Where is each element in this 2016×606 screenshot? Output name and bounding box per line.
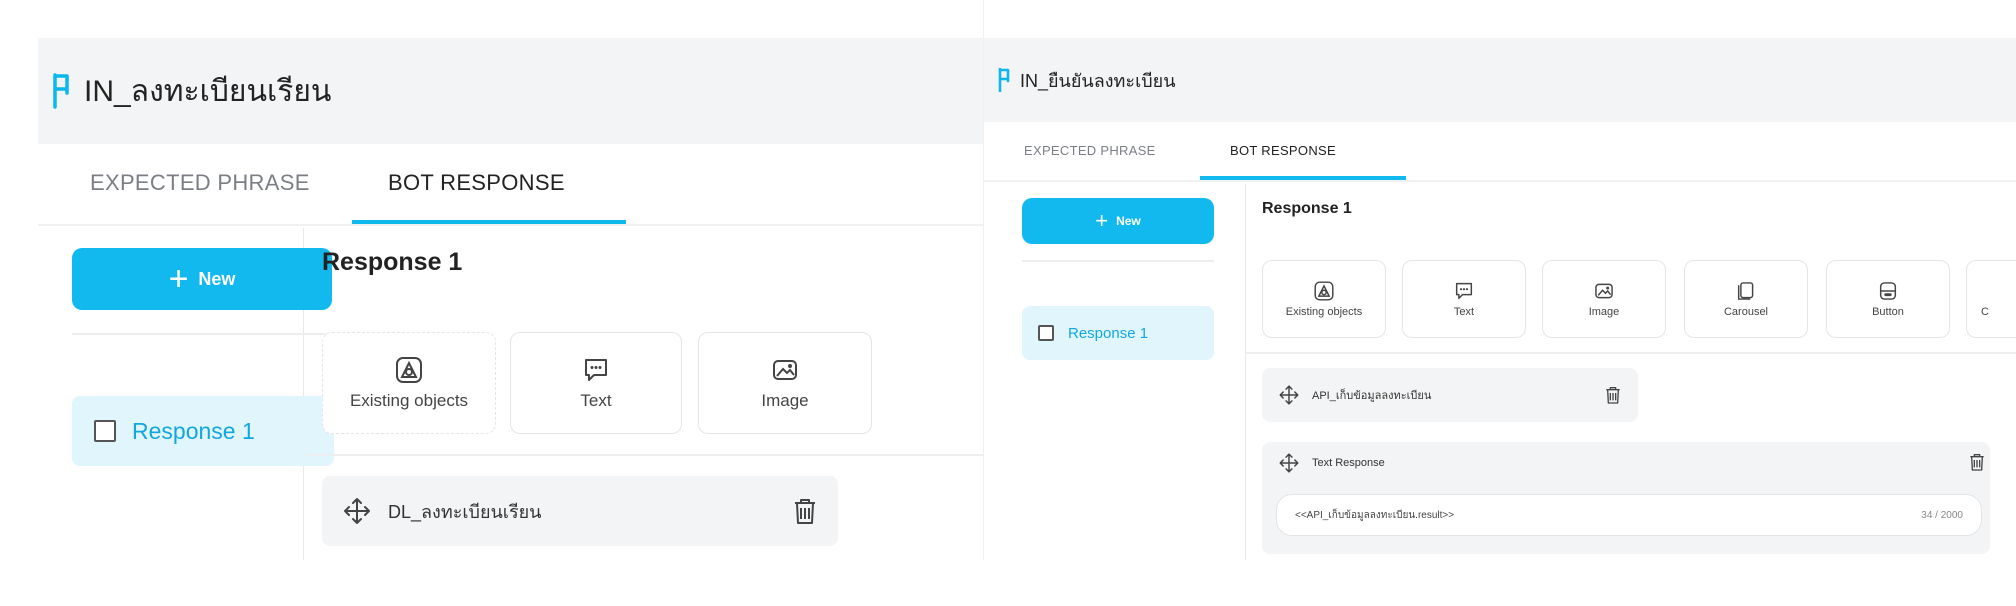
response-title: Response 1 (1262, 200, 1352, 217)
new-button-label: New (198, 268, 236, 289)
object-label: DL_ลงทะเบียนเรียน (388, 501, 542, 522)
plus-icon: + (168, 259, 189, 298)
trash-icon[interactable] (1604, 385, 1622, 405)
intent-header: IN_ลงทะเบียนเรียน (38, 38, 983, 144)
section-divider (306, 454, 983, 456)
existing-objects-icon (1313, 280, 1335, 302)
checkbox[interactable] (94, 420, 116, 442)
response-editor: Response 1 Existing objects Text Image D… (306, 228, 983, 560)
image-icon (1593, 280, 1615, 302)
response-item-label: Response 1 (132, 417, 255, 444)
type-label: Existing objects (349, 391, 469, 410)
drag-handle-icon[interactable] (342, 496, 372, 526)
type-image[interactable]: Image (698, 332, 872, 434)
type-label: Text (1453, 306, 1475, 318)
type-label: Image (1588, 306, 1620, 318)
response-sidebar: + New Response 1 (984, 184, 1246, 560)
new-response-button[interactable]: + New (1022, 198, 1214, 244)
type-label: Text (580, 391, 612, 410)
checkbox[interactable] (1038, 325, 1054, 341)
type-carousel[interactable]: Carousel (1684, 260, 1808, 338)
trash-icon[interactable] (1968, 452, 1986, 472)
flag-icon (998, 68, 1010, 92)
tab-expected-phrase[interactable]: EXPECTED PHRASE (1024, 143, 1200, 180)
sidebar-item-response-1[interactable]: Response 1 (72, 396, 334, 466)
text-response-label: Text Response (1312, 457, 1385, 469)
existing-objects-icon (394, 355, 424, 385)
type-text[interactable]: Text (510, 332, 682, 434)
type-label: Carousel (1723, 306, 1769, 318)
new-response-button[interactable]: + New (72, 248, 332, 310)
left-intent-panel: IN_ลงทะเบียนเรียน EXPECTED PHRASE BOT RE… (38, 0, 983, 560)
type-label: Existing objects (1285, 306, 1363, 318)
text-icon (1453, 280, 1475, 302)
character-counter: 34 / 2000 (1921, 509, 1963, 521)
trash-icon[interactable] (792, 496, 818, 526)
type-label: C (1981, 306, 1989, 318)
tab-bot-response[interactable]: BOT RESPONSE (1200, 143, 1406, 180)
text-icon (581, 355, 611, 385)
response-sidebar: + New Response 1 (38, 228, 334, 560)
sidebar-item-response-1[interactable]: Response 1 (1022, 306, 1214, 360)
intent-name: IN_ลงทะเบียนเรียน (84, 74, 332, 108)
intent-header: IN_ยืนยันลงทะเบียน (984, 38, 2016, 122)
drag-handle-icon[interactable] (1278, 452, 1300, 474)
type-existing-objects[interactable]: Existing objects (322, 332, 496, 434)
text-response-header: Text Response (1278, 452, 1385, 474)
text-response-input[interactable]: <<API_เก็บข้อมูลลงทะเบียน.result>> 34 / … (1276, 494, 1982, 536)
type-label: Button (1872, 306, 1904, 318)
sidebar-divider (1022, 260, 1214, 262)
carousel-icon (1735, 280, 1757, 302)
drag-handle-icon[interactable] (1278, 384, 1300, 406)
response-item-label: Response 1 (1068, 324, 1149, 342)
type-button[interactable]: Button (1826, 260, 1950, 338)
image-icon (770, 355, 800, 385)
type-cut-off[interactable]: C (1966, 260, 2016, 338)
intent-name: IN_ยืนยันลงทะเบียน (1020, 70, 1176, 91)
object-label: API_เก็บข้อมูลลงทะเบียน (1312, 390, 1432, 402)
button-icon (1877, 280, 1899, 302)
flag-icon (52, 73, 70, 109)
text-response-block[interactable]: Text Response <<API_เก็บข้อมูลลงทะเบียน.… (1262, 442, 1990, 554)
type-image[interactable]: Image (1542, 260, 1666, 338)
sidebar-divider (72, 333, 332, 335)
type-text[interactable]: Text (1402, 260, 1526, 338)
section-divider (1246, 352, 2016, 354)
tab-bar: EXPECTED PHRASE BOT RESPONSE (38, 144, 983, 226)
tab-bar: EXPECTED PHRASE BOT RESPONSE (984, 122, 2016, 182)
type-label: Image (761, 391, 809, 410)
existing-object-item[interactable]: DL_ลงทะเบียนเรียน (322, 476, 838, 546)
existing-object-item[interactable]: API_เก็บข้อมูลลงทะเบียน (1262, 368, 1638, 422)
tab-expected-phrase[interactable]: EXPECTED PHRASE (90, 170, 352, 224)
response-editor: Response 1 Existing objects Text Image C… (1246, 184, 2016, 560)
right-intent-panel: IN_ยืนยันลงทะเบียน EXPECTED PHRASE BOT R… (983, 0, 2016, 560)
tab-bot-response[interactable]: BOT RESPONSE (352, 170, 626, 224)
response-title: Response 1 (322, 248, 463, 276)
type-existing-objects[interactable]: Existing objects (1262, 260, 1386, 338)
text-response-value: <<API_เก็บข้อมูลลงทะเบียน.result>> (1295, 509, 1455, 521)
plus-icon: + (1095, 208, 1109, 233)
new-button-label: New (1116, 214, 1141, 228)
